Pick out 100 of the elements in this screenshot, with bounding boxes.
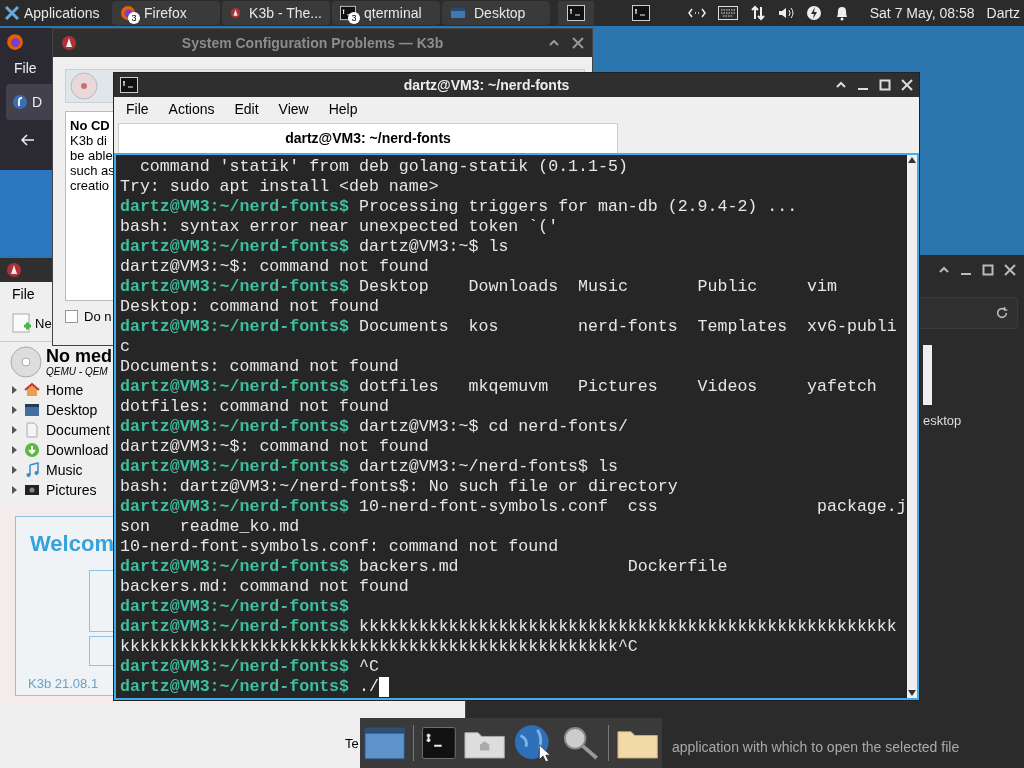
fox-globe-icon	[6, 33, 24, 51]
terminal-text: Try: sudo apt install <deb name>	[120, 177, 439, 197]
reload-icon[interactable]	[995, 306, 1009, 320]
tree-item[interactable]: Download	[10, 440, 109, 460]
tree-item[interactable]: Pictures	[10, 480, 97, 500]
magnifier-icon[interactable]	[562, 725, 600, 761]
disc-icon	[10, 346, 42, 378]
terminal-text: dartz@VM3:~$: command not found	[120, 437, 429, 457]
user-name[interactable]: Dartz	[986, 2, 1020, 24]
status-text: application with which to open the selected file	[672, 738, 960, 757]
terminal-prompt: dartz@VM3:~/nerd-fonts$	[120, 657, 350, 677]
terminal-text: Documents: command not found	[120, 357, 399, 377]
clock[interactable]: Sat 7 May, 08:58	[869, 2, 975, 24]
menu-item[interactable]: File	[12, 282, 35, 306]
welcome-title: Welcom	[30, 530, 114, 558]
maximize-button[interactable]	[982, 264, 994, 276]
k3b-icon	[6, 262, 22, 278]
terminal-text: ^C	[358, 657, 379, 677]
message-text: creatio	[70, 178, 110, 193]
house-icon	[24, 382, 40, 398]
tree-item[interactable]: Music	[10, 460, 83, 480]
disc-icon	[70, 71, 100, 101]
menu-item[interactable]: File	[126, 98, 149, 120]
message-text: be able	[70, 148, 113, 163]
terminal-prompt: dartz@VM3:~/nerd-fonts$	[120, 597, 350, 617]
menu-item[interactable]: View	[278, 98, 309, 120]
close-button[interactable]	[1004, 264, 1016, 276]
volume-icon[interactable]	[777, 5, 794, 21]
terminal-text: son readme_ko.md	[120, 517, 300, 537]
tree-item[interactable]: Home	[10, 380, 84, 400]
terminal-icon[interactable]	[422, 726, 456, 760]
taskbar-button[interactable]: 3 qterminal	[332, 1, 440, 25]
file-item-label[interactable]: esktop	[923, 411, 962, 431]
scrollbar[interactable]	[906, 155, 917, 698]
monitor-icon	[450, 5, 466, 21]
terminal-text: Processing triggers for man-db (2.9.4-2) ...	[358, 197, 798, 217]
terminal-text: dotfiles: command not found	[120, 397, 389, 417]
window-title: System Configuration Problems — K3b	[180, 33, 445, 53]
document-icon	[24, 422, 40, 438]
back-arrow-icon[interactable]	[20, 132, 36, 148]
tree-item[interactable]: Document	[10, 420, 110, 440]
network-icon[interactable]	[687, 7, 706, 19]
terminal-prompt: dartz@VM3:~/nerd-fonts$	[120, 317, 350, 337]
new-document-icon	[12, 312, 32, 335]
scroll-down-icon[interactable]	[907, 690, 916, 696]
terminal-prompt: dartz@VM3:~/nerd-fonts$	[120, 677, 350, 697]
power-icon[interactable]	[805, 5, 822, 21]
message-text: K3b di	[70, 133, 107, 148]
menu-item[interactable]: Help	[328, 98, 358, 120]
count-badge: 3	[348, 12, 360, 24]
maximize-button[interactable]	[879, 79, 891, 91]
terminal-prompt: dartz@VM3:~/nerd-fonts$	[120, 277, 350, 297]
terminal-prompt: dartz@VM3:~/nerd-fonts$	[120, 417, 350, 437]
terminal-icon	[120, 77, 138, 93]
location-field[interactable]	[918, 297, 1018, 329]
terminal-text: 10-nerd-font-symbols.conf css package.j	[358, 497, 907, 517]
window-icon[interactable]	[364, 725, 406, 761]
terminal-text: Desktop: command not found	[120, 297, 379, 317]
checkbox-label[interactable]: Do n	[84, 307, 112, 327]
expand-arrow-icon[interactable]	[10, 406, 18, 414]
expand-arrow-icon[interactable]	[10, 426, 18, 434]
terminal-text: c	[120, 337, 130, 357]
keyboard-icon[interactable]	[717, 6, 738, 20]
terminal-prompt: dartz@VM3:~/nerd-fonts$	[120, 237, 350, 257]
terminal-text: dartz@VM3:~$ cd nerd-fonts/	[358, 417, 628, 437]
picture-icon	[24, 482, 40, 498]
new-project-button[interactable]: Ne	[12, 312, 52, 335]
terminal-text: command 'statik' from deb golang-statik (0.1.1-5)	[138, 157, 628, 177]
terminal-prompt: dartz@VM3:~/nerd-fonts$	[120, 197, 350, 217]
taskbar-button[interactable]: Desktop	[442, 1, 550, 25]
applications-menu[interactable]: Applications	[0, 0, 110, 26]
terminal-text: dartz@VM3:~/nerd-fonts$ ls	[358, 457, 618, 477]
item-thumbnail	[923, 345, 932, 405]
expand-arrow-icon[interactable]	[10, 446, 18, 454]
terminal-prompt: dartz@VM3:~/nerd-fonts$	[120, 457, 350, 477]
scroll-up-icon[interactable]	[907, 157, 916, 163]
terminal-prompt: dartz@VM3:~/nerd-fonts$	[120, 497, 350, 517]
menu-item[interactable]: Edit	[234, 98, 259, 120]
taskbar-button[interactable]: 3 Firefox	[112, 1, 220, 25]
message-heading: No CD	[70, 118, 110, 133]
terminal-text: 10-nerd-font-symbols.conf: command not found	[120, 537, 559, 557]
terminal-icon	[632, 5, 650, 21]
terminal-prompt: dartz@VM3:~/nerd-fonts$	[120, 617, 350, 637]
version-label: K3b 21.08.1	[28, 675, 99, 693]
terminal-prompt: dartz@VM3:~/nerd-fonts$	[120, 377, 350, 397]
expand-arrow-icon[interactable]	[10, 486, 18, 494]
close-button[interactable]	[572, 37, 584, 49]
terminal-text: kkkkkkkkkkkkkkkkkkkkkkkkkkkkkkkkkkkkkkkkkkkkkkkkkk^C	[120, 637, 638, 657]
menu-item[interactable]: File	[14, 56, 37, 80]
checkbox[interactable]	[65, 310, 78, 324]
transfer-arrows-icon[interactable]	[749, 5, 766, 21]
terminal-text: dotfiles mkqemuvm Pictures Videos yafetch	[358, 377, 877, 397]
terminal-tab[interactable]: dartz@VM3: ~/nerd-fonts	[118, 123, 618, 153]
taskbar-button[interactable]: K3b - The...	[222, 1, 330, 25]
monitor-icon	[24, 402, 40, 418]
menu-item[interactable]: Actions	[168, 98, 215, 120]
expand-arrow-icon[interactable]	[10, 386, 18, 394]
tree-item[interactable]: Desktop	[10, 400, 98, 420]
expand-arrow-icon[interactable]	[10, 466, 18, 474]
taskbar-terminal-button[interactable]	[558, 1, 594, 25]
